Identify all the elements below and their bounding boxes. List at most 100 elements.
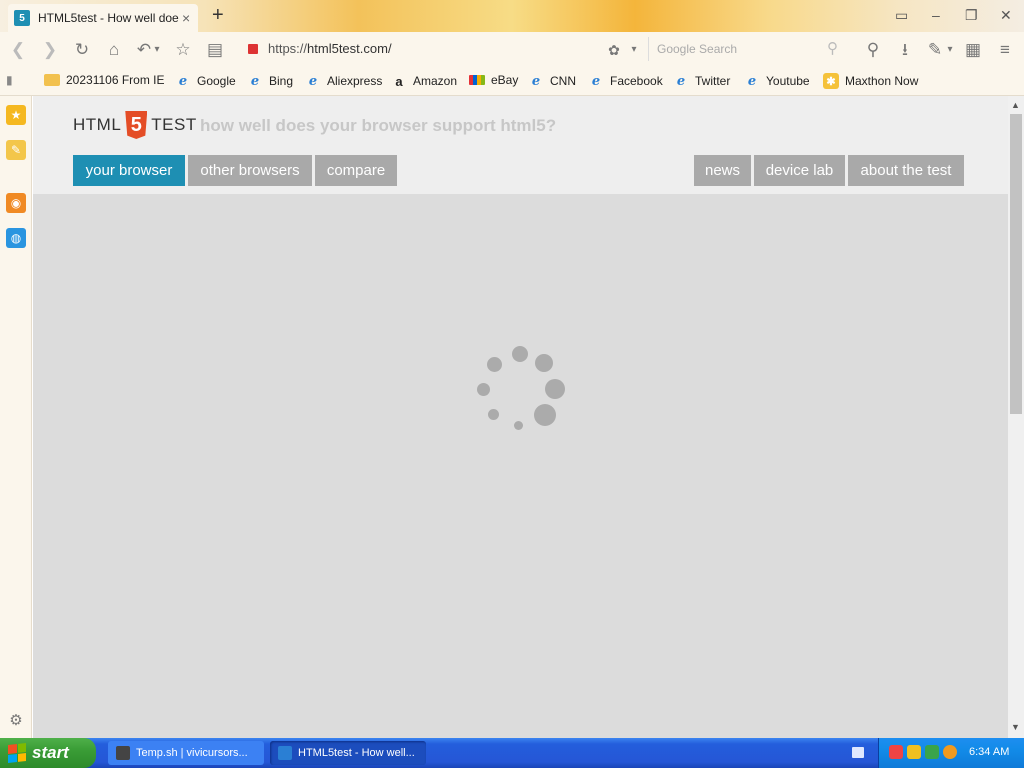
spinner-dot: [488, 409, 499, 420]
close-window-button[interactable]: ✕: [1000, 7, 1012, 23]
bookmark-aliexpress[interactable]: e Aliexpress: [305, 73, 383, 89]
ie-icon: e: [250, 73, 260, 89]
minimize-button[interactable]: –: [932, 7, 940, 23]
spinner-dot: [534, 404, 556, 426]
main-menu-icon[interactable]: ≡: [995, 40, 1015, 60]
web-content: HTML 5 TEST how well does your browser s…: [33, 96, 1008, 738]
rss-icon[interactable]: ◉: [6, 193, 26, 213]
clock: 6:34 AM: [969, 746, 1010, 758]
scroll-down-arrow-icon[interactable]: ▼: [1011, 722, 1020, 732]
bookmark-bing[interactable]: e Bing: [247, 73, 293, 89]
start-button[interactable]: start: [0, 738, 96, 768]
spinner-dot: [487, 357, 502, 372]
maxthon-app-icon: [278, 746, 292, 760]
folder-icon: [44, 74, 60, 86]
favorite-star-icon[interactable]: ☆: [173, 40, 193, 60]
spinner-dot: [512, 346, 528, 362]
reader-icon[interactable]: ▤: [205, 40, 225, 60]
tab-your-browser[interactable]: your browser: [73, 155, 185, 186]
ie-icon: e: [676, 73, 686, 89]
search-box[interactable]: Google Search ⚲: [648, 37, 844, 61]
close-tab-icon[interactable]: ×: [182, 11, 190, 25]
edit-menu-icon[interactable]: ▾: [944, 40, 956, 60]
ie-icon: e: [747, 73, 757, 89]
bookmark-google[interactable]: e Google: [175, 73, 236, 89]
html5-shield-icon: 5: [125, 111, 148, 139]
sidebar-toggle-icon[interactable]: ▮: [6, 73, 13, 87]
html5-favicon-icon: 5: [14, 10, 30, 26]
tab-device-lab[interactable]: device lab: [754, 155, 845, 186]
amazon-icon: a: [395, 73, 403, 89]
site-tagline: how well does your browser support html5…: [200, 116, 557, 135]
bookmark-cnn[interactable]: e CNN: [528, 73, 576, 89]
loading-spinner-icon: [473, 341, 573, 441]
bookmark-folder-20231106[interactable]: 20231106 From IE: [44, 73, 165, 87]
download-icon[interactable]: ⭳: [895, 40, 915, 60]
bookmark-amazon[interactable]: a Amazon: [391, 73, 457, 89]
navigation-toolbar: ❮ ❯ ↻ ⌂ ↶ ▾ ☆ ▤ https://html5test.com/ ✿…: [0, 32, 1024, 66]
tab-other-browsers[interactable]: other browsers: [188, 155, 312, 186]
notes-icon[interactable]: ✎: [6, 140, 26, 160]
bookmark-youtube[interactable]: e Youtube: [744, 73, 810, 89]
ie-icon: e: [178, 73, 188, 89]
logo-html-text: HTML: [73, 115, 122, 134]
logo-test-text: TEST: [151, 115, 197, 134]
bookmark-twitter[interactable]: e Twitter: [673, 73, 730, 89]
home-icon[interactable]: ⌂: [104, 40, 124, 60]
bookmark-facebook[interactable]: e Facebook: [588, 73, 663, 89]
keyboard-icon[interactable]: [852, 747, 864, 758]
back-icon[interactable]: ❮: [8, 40, 28, 60]
search-placeholder: Google Search: [657, 42, 738, 56]
bookmarks-bar: ▮ 20231106 From IE e Google e Bing e Ali…: [0, 66, 1024, 96]
edit-icon[interactable]: ✎: [925, 40, 945, 60]
html5test-logo[interactable]: HTML 5 TEST: [73, 111, 197, 139]
ie-icon: e: [531, 73, 541, 89]
bookmark-maxthon-now[interactable]: ✱ Maxthon Now: [823, 73, 918, 89]
site-header: HTML 5 TEST how well does your browser s…: [33, 96, 1008, 194]
site-security-icon[interactable]: [248, 44, 258, 54]
apps-icon[interactable]: ◍: [6, 228, 26, 248]
new-tab-button[interactable]: +: [212, 5, 224, 25]
undo-menu-icon[interactable]: ▾: [151, 40, 163, 60]
reload-icon[interactable]: ↻: [72, 40, 92, 60]
tab-news[interactable]: news: [694, 155, 751, 186]
shield-icon[interactable]: [907, 745, 921, 759]
scrollbar-thumb[interactable]: [1010, 114, 1022, 414]
title-bar: 5 HTML5test - How well doe × + ▭ – ❐ ✕: [0, 0, 1024, 32]
address-url: https://html5test.com/: [268, 41, 392, 56]
search-icon[interactable]: ⚲: [827, 39, 838, 57]
restore-button[interactable]: ❐: [965, 7, 978, 23]
spinner-dot: [514, 421, 523, 430]
vertical-scrollbar[interactable]: ▲ ▼: [1008, 96, 1024, 738]
ie-icon: e: [591, 73, 601, 89]
system-tray: 6:34 AM: [878, 738, 1024, 768]
mode-menu-icon[interactable]: ▾: [627, 40, 641, 60]
bookmark-ebay[interactable]: eBay: [469, 73, 518, 87]
scroll-up-arrow-icon[interactable]: ▲: [1011, 100, 1020, 110]
mode-icon[interactable]: ✿: [604, 40, 624, 60]
favorites-icon[interactable]: ★: [6, 105, 26, 125]
network-icon[interactable]: [925, 745, 939, 759]
snap-search-icon[interactable]: ⚲: [863, 40, 883, 60]
layout-icon[interactable]: ▭: [895, 7, 908, 23]
ie-icon: e: [308, 73, 318, 89]
settings-gear-icon[interactable]: ⚙: [6, 710, 26, 730]
windows-logo-icon: [8, 743, 26, 763]
address-bar[interactable]: https://html5test.com/: [244, 37, 644, 61]
taskbar-item-temp-sh[interactable]: Temp.sh | vivicursors...: [108, 741, 264, 765]
maxthon-icon: ✱: [823, 73, 839, 89]
spinner-dot: [535, 354, 553, 372]
spinner-dot: [477, 383, 490, 396]
taskbar-item-html5test[interactable]: HTML5test - How well...: [270, 741, 426, 765]
left-sidebar: ★ ✎ ◉ ◍ ⚙: [0, 96, 32, 738]
windows-taskbar: start Temp.sh | vivicursors... HTML5test…: [0, 738, 1024, 768]
browser-tab-html5test[interactable]: 5 HTML5test - How well doe ×: [8, 4, 198, 32]
app-icon: [116, 746, 130, 760]
extensions-icon[interactable]: ▦: [963, 40, 983, 60]
brave-icon[interactable]: [889, 745, 903, 759]
tab-compare[interactable]: compare: [315, 155, 397, 186]
forward-icon[interactable]: ❯: [40, 40, 60, 60]
search-tray-icon[interactable]: [943, 745, 957, 759]
tab-about-the-test[interactable]: about the test: [848, 155, 964, 186]
ebay-icon: [469, 75, 485, 85]
